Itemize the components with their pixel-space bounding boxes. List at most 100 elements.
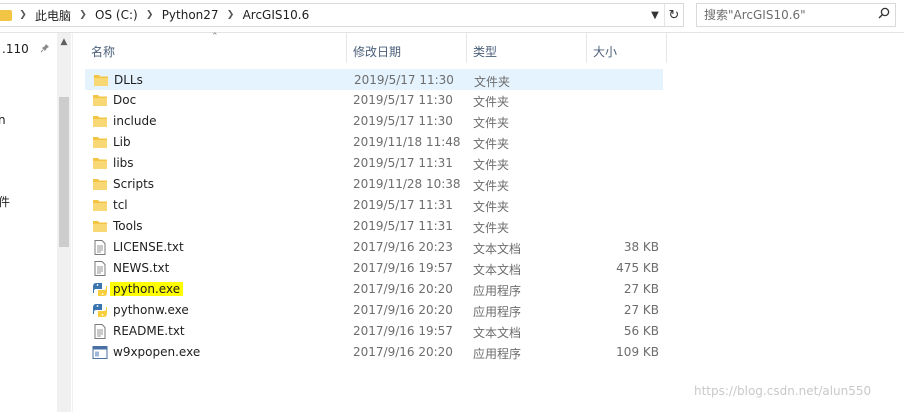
app-window-icon [92,345,108,360]
python-icon [92,282,108,297]
text-file-icon [92,240,108,255]
address-toolbar: ❯ 此电脑 ❯ OS (C:) ❯ Python27 ❯ ArcGIS10.6 … [0,0,904,33]
file-type: 应用程序 [473,284,522,298]
file-date-modified: 2019/5/17 11:30 [354,73,454,87]
file-type: 文件夹 [473,137,510,151]
file-name[interactable]: libs [113,156,134,170]
file-row[interactable]: python.exe 2017/9/16 20:20 应用程序 27 KB [85,279,663,300]
file-list-view: ⌃ 名称 修改日期 类型 大小 DLLs 2019/5/17 11:30 文件夹 Do… [73,32,904,412]
file-name[interactable]: w9xpopen.exe [113,345,200,359]
file-name[interactable]: NEWS.txt [113,261,169,275]
file-row[interactable]: libs 2019/5/17 11:31 文件夹 [85,153,663,174]
file-row[interactable]: Tools 2019/5/17 11:31 文件夹 [85,216,663,237]
file-row[interactable]: Lib 2019/11/18 11:48 文件夹 [85,132,663,153]
file-type: 文件夹 [473,158,510,172]
file-row[interactable]: LICENSE.txt 2017/9/16 20:23 文本文档 38 KB [85,237,663,258]
file-date-modified: 2019/5/17 11:31 [353,219,453,233]
watermark-text: https://blog.csdn.net/alun550 [694,384,872,398]
file-name[interactable]: README.txt [113,324,185,338]
file-name[interactable]: Tools [113,219,143,233]
file-name[interactable]: Lib [113,135,131,149]
file-size: 27 KB [623,303,659,317]
file-row[interactable]: include 2019/5/17 11:30 文件夹 [85,111,663,132]
file-size: 27 KB [623,282,659,296]
nav-item-documents[interactable]: 件 [0,193,10,210]
folder-icon [92,219,108,234]
file-type: 文本文档 [473,242,522,256]
column-header-date[interactable]: 修改日期 [347,33,467,63]
file-date-modified: 2017/9/16 19:57 [353,261,453,275]
breadcrumb-this-pc[interactable]: 此电脑 [30,7,76,24]
chevron-right-icon[interactable]: ❯ [224,5,238,25]
column-header-size[interactable]: 大小 [587,33,667,63]
file-row[interactable]: README.txt 2017/9/16 19:57 文本文档 56 KB [85,321,663,342]
chevron-down-icon[interactable]: ▼ [646,4,664,26]
breadcrumb-python27[interactable]: Python27 [157,8,224,22]
nav-item-quick-access[interactable]: .110 [2,42,29,56]
file-date-modified: 2019/11/28 10:38 [353,177,461,191]
search-icon[interactable] [873,7,895,23]
file-row[interactable]: Scripts 2019/11/28 10:38 文件夹 [85,174,663,195]
nav-scrollbar[interactable]: ▲ [57,33,71,412]
search-input[interactable] [704,8,873,22]
nav-item-partial[interactable]: n [0,113,6,127]
chevron-right-icon[interactable]: ❯ [16,5,30,25]
text-file-icon [92,261,108,276]
file-type: 文件夹 [473,95,510,109]
file-name[interactable]: pythonw.exe [113,303,189,317]
folder-icon [93,73,109,88]
nav-scroll-thumb[interactable] [59,97,69,247]
file-name[interactable]: Scripts [113,177,154,191]
file-date-modified: 2017/9/16 20:20 [353,282,453,296]
scroll-up-arrow-icon[interactable]: ▲ [57,37,71,47]
file-size: 38 KB [623,240,659,254]
chevron-right-icon[interactable]: ❯ [76,5,90,25]
folder-icon [92,198,108,213]
breadcrumb-drive[interactable]: OS (C:) [90,8,143,22]
refresh-icon[interactable]: ↻ [664,4,683,26]
file-row[interactable]: tcl 2019/5/17 11:31 文件夹 [85,195,663,216]
file-type: 文件夹 [473,221,510,235]
folder-icon [92,114,108,129]
file-name[interactable]: tcl [113,198,128,212]
file-size: 475 KB [616,261,659,275]
file-name[interactable]: Doc [113,93,136,107]
file-date-modified: 2017/9/16 19:57 [353,324,453,338]
chevron-right-icon[interactable]: ❯ [143,5,157,25]
python-icon [92,303,108,318]
text-file-icon [92,324,108,339]
file-date-modified: 2019/5/17 11:30 [353,114,453,128]
file-date-modified: 2019/11/18 11:48 [353,135,461,149]
file-type: 应用程序 [473,305,522,319]
address-bar[interactable]: ❯ 此电脑 ❯ OS (C:) ❯ Python27 ❯ ArcGIS10.6 … [0,3,684,27]
folder-icon [92,156,108,171]
file-name[interactable]: LICENSE.txt [113,240,184,254]
file-size: 109 KB [616,345,659,359]
file-type: 应用程序 [473,347,522,361]
search-box[interactable] [696,3,896,27]
file-name[interactable]: include [113,114,156,128]
file-date-modified: 2019/5/17 11:31 [353,156,453,170]
file-name[interactable]: DLLs [114,73,143,87]
file-type: 文件夹 [473,200,510,214]
navigation-pane: .110 n 件 ▲ [0,33,73,412]
file-row[interactable]: NEWS.txt 2017/9/16 19:57 文本文档 475 KB [85,258,663,279]
file-row[interactable]: w9xpopen.exe 2017/9/16 20:20 应用程序 109 KB [85,342,663,363]
breadcrumb-arcgis[interactable]: ArcGIS10.6 [238,8,315,22]
file-type: 文件夹 [473,179,510,193]
file-date-modified: 2017/9/16 20:23 [353,240,453,254]
column-header-name[interactable]: 名称 [85,33,347,63]
column-header-type-label: 类型 [473,45,498,59]
file-row[interactable]: DLLs 2019/5/17 11:30 文件夹 [85,69,663,90]
file-row[interactable]: pythonw.exe 2017/9/16 20:20 应用程序 27 KB [85,300,663,321]
column-header-row: ⌃ 名称 修改日期 类型 大小 [73,32,904,63]
file-date-modified: 2019/5/17 11:30 [353,93,453,107]
file-name[interactable]: python.exe [110,282,184,296]
column-header-name-label: 名称 [91,45,116,59]
file-row[interactable]: Doc 2019/5/17 11:30 文件夹 [85,90,663,111]
column-header-type[interactable]: 类型 [467,33,587,63]
column-header-size-label: 大小 [593,45,618,59]
pin-icon[interactable] [40,43,50,56]
column-header-date-label: 修改日期 [353,45,402,59]
folder-icon [92,135,108,150]
